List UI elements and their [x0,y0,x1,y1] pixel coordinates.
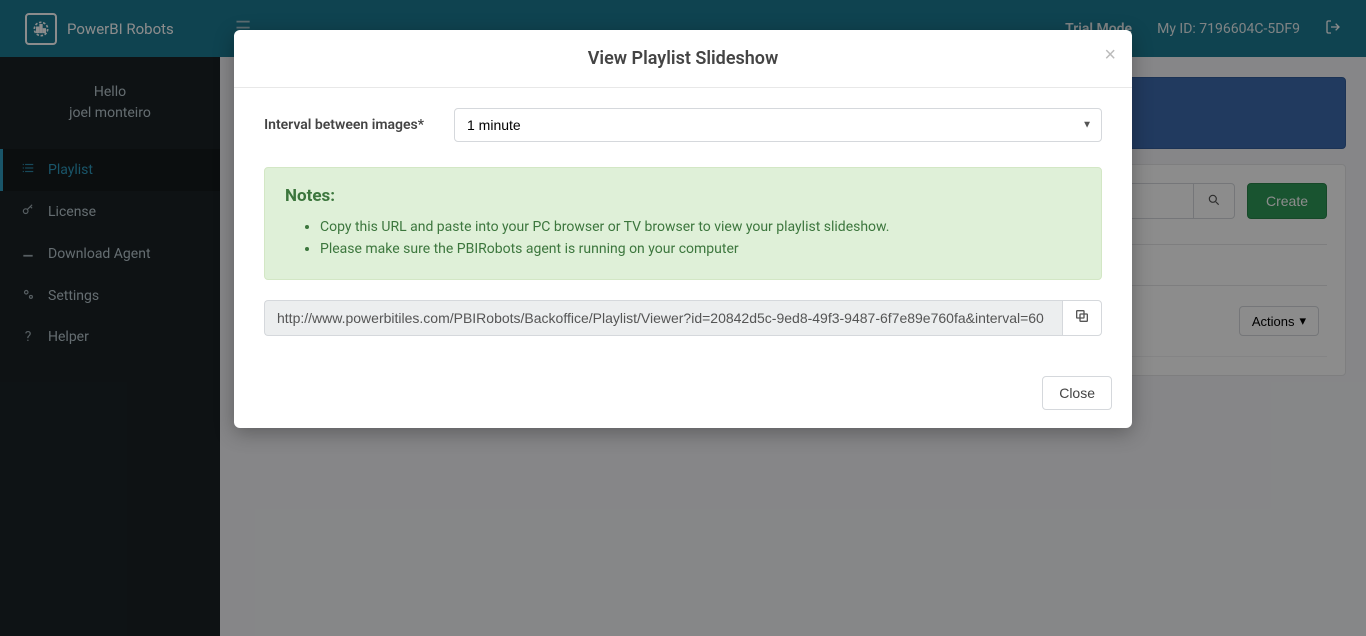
notes-title: Notes: [285,186,1081,206]
copy-icon [1074,308,1090,327]
copy-url-button[interactable] [1062,300,1102,336]
modal-body: Interval between images* 1 minute ▼ Note… [234,88,1132,361]
modal-header: View Playlist Slideshow × [234,30,1132,88]
note-item: Copy this URL and paste into your PC bro… [320,216,1081,238]
interval-select[interactable]: 1 minute [454,108,1102,142]
url-row [264,300,1102,336]
close-button[interactable]: Close [1042,376,1112,410]
interval-row: Interval between images* 1 minute ▼ [264,108,1102,142]
modal-overlay[interactable]: View Playlist Slideshow × Interval betwe… [0,0,1366,636]
interval-label: Interval between images* [264,117,454,133]
modal-footer: Close [234,361,1132,428]
slideshow-url-input[interactable] [264,300,1062,336]
slideshow-modal: View Playlist Slideshow × Interval betwe… [234,30,1132,428]
notes-box: Notes: Copy this URL and paste into your… [264,167,1102,280]
close-icon: × [1104,44,1116,66]
note-item: Please make sure the PBIRobots agent is … [320,238,1081,260]
modal-title: View Playlist Slideshow [254,48,1112,69]
modal-close-button[interactable]: × [1104,44,1116,67]
